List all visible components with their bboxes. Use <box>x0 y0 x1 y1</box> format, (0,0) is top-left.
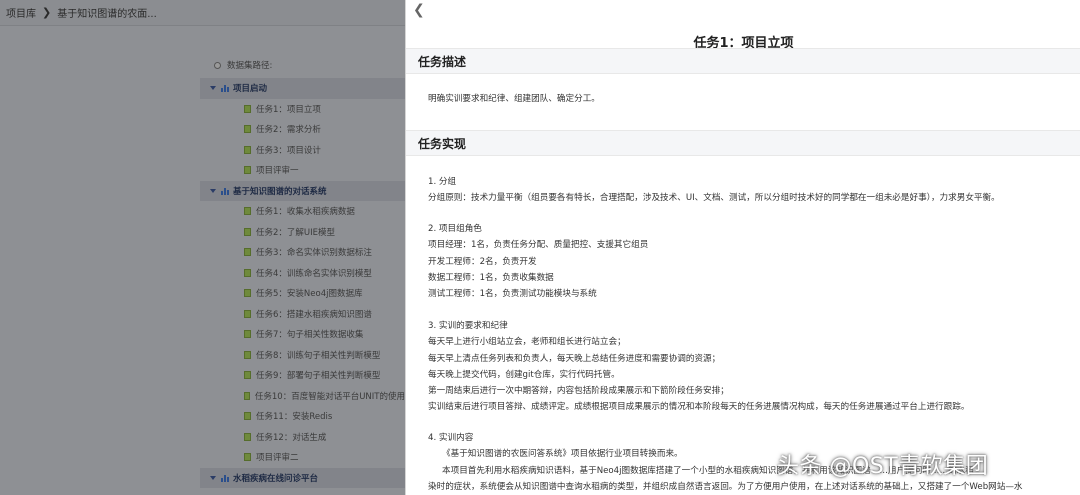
document-icon <box>244 145 251 154</box>
impl-line: 测试工程师：1名，负责测试功能模块与系统 <box>428 289 597 300</box>
tree-item-label: 任务3：项目设计 <box>256 145 321 156</box>
tree-item-label: 任务10：百度智能对话平台UNIT的使用 <box>254 391 405 402</box>
impl-line: 3. 实训的要求和纪律 <box>428 321 508 331</box>
tree-item-label: 任务3：命名实体识别数据标注 <box>256 248 372 259</box>
tree-item[interactable]: 任务11：安装Redis <box>200 406 405 427</box>
tree-item-label: 任务4：训练命名实体识别模型 <box>256 268 372 279</box>
tree-item-label: 任务9：部署句子相关性判断模型 <box>256 371 381 382</box>
impl-line: 项目经理：1名，负责任务分配、质量把控、支援其它组员 <box>428 240 649 251</box>
tree-item-label: 任务1：项目立项 <box>256 104 321 115</box>
tree-item-label: 任务2：需求分析 <box>256 125 321 136</box>
tree-item-label: 项目评审一 <box>256 166 299 177</box>
chevron-right-icon: ❯ <box>42 6 52 19</box>
tree-item[interactable]: 任务10：百度智能对话平台UNIT的使用 <box>200 386 405 407</box>
tree-item[interactable]: 任务2：了解UIE模型 <box>200 222 405 243</box>
document-icon <box>244 309 251 318</box>
document-icon <box>244 166 251 175</box>
impl-block-roles: 2. 项目组角色 项目经理：1名，负责任务分配、质量把控、支援其它组员 开发工程… <box>428 221 648 302</box>
bar-chart-icon <box>221 187 229 195</box>
bar-chart-icon <box>221 84 229 93</box>
tree-item[interactable]: 任务1：收集水稻疾病数据 <box>200 201 405 222</box>
tree-item[interactable]: 项目评审二 <box>200 447 405 468</box>
document-icon <box>244 371 251 380</box>
document-icon <box>244 207 251 216</box>
tree-item[interactable]: 任务2：需求分析 <box>200 119 405 140</box>
impl-line: 数据工程师：1名，负责收集数据 <box>428 272 554 283</box>
document-icon <box>244 248 251 257</box>
tree-item-label: 任务6：搭建水稻疾病知识图谱 <box>256 309 372 320</box>
impl-line: 每天早上进行小组站立会，老师和组长进行站立会； <box>428 337 626 348</box>
tree-item[interactable]: 任务9：部署句子相关性判断模型 <box>200 365 405 386</box>
caret-down-icon[interactable] <box>210 188 216 193</box>
document-icon <box>244 350 251 359</box>
caret-down-icon[interactable] <box>210 475 216 480</box>
project-tree: 数据集路径: 项目启动 任务1：项目立项 任务2：需求分析 任务3：项目设计 项… <box>200 52 405 488</box>
tree-item[interactable]: 任务3：命名实体识别数据标注 <box>200 242 405 263</box>
impl-line: 1. 分组 <box>428 177 457 187</box>
description-text: 明确实训要求和纪律、组建团队、确定分工。 <box>428 94 600 104</box>
breadcrumb: 项目库 ❯ 基于知识图谱的农面... <box>0 0 405 26</box>
tree-item[interactable]: 任务3：项目设计 <box>200 140 405 161</box>
impl-block-rules: 3. 实训的要求和纪律 每天早上进行小组站立会，老师和组长进行站立会； 每天早上… <box>428 318 969 416</box>
breadcrumb-root[interactable]: 项目库 <box>6 5 36 20</box>
section-heading-implementation: 任务实现 <box>406 130 1080 156</box>
breadcrumb-current: 基于知识图谱的农面... <box>57 9 157 20</box>
impl-line: 第一周结束后进行一次中期答辩，内容包括阶段成果展示和下箭阶段任务安排； <box>428 386 729 397</box>
tree-item[interactable]: 任务6：搭建水稻疾病知识图谱 <box>200 304 405 325</box>
tree-item[interactable]: 任务12：对话生成 <box>200 427 405 448</box>
back-chevron-icon[interactable]: ❮ <box>413 2 429 18</box>
bar-chart-icon <box>221 474 229 482</box>
tree-item-label: 任务1：收集水稻疾病数据 <box>256 207 355 218</box>
document-icon <box>244 125 251 134</box>
impl-line: 每天晚上提交代码，创建git仓库，实行代码托管。 <box>428 369 620 380</box>
tree-group-1[interactable]: 项目启动 <box>200 78 405 99</box>
tree-item[interactable]: 任务4：训练命名实体识别模型 <box>200 263 405 284</box>
impl-block-grouping: 1. 分组 分组原则：技术力量平衡（组员要各有特长，合理搭配，涉及技术、UI、文… <box>428 174 1000 207</box>
document-icon <box>244 268 251 277</box>
tree-item-label: 任务12：对话生成 <box>256 432 327 443</box>
impl-line: 染时的症状，系统便会从知识图谱中查询水稻病的类型，并组织成自然语言返回。为了方便… <box>428 481 1023 492</box>
task-detail-drawer: ❮ 任务1：项目立项 任务描述 明确实训要求和纪律、组建团队、确定分工。 任务实… <box>405 0 1080 495</box>
document-icon <box>244 289 251 298</box>
tree-item[interactable]: 任务7：句子相关性数据收集 <box>200 324 405 345</box>
tree-item-label: 任务5：安装Neo4j图数据库 <box>256 289 363 300</box>
impl-line: 分组原则：技术力量平衡（组员要各有特长，合理搭配，涉及技术、UI、文档、测试，所… <box>428 193 1000 204</box>
document-icon <box>244 104 251 113</box>
impl-line: 开发工程师：2名，负责开发 <box>428 256 537 267</box>
document-icon <box>244 391 250 400</box>
tree-item-label: 任务2：了解UIE模型 <box>256 227 336 238</box>
tree-group-3[interactable]: 水稻疾病在线问诊平台 <box>200 467 405 488</box>
tree-item[interactable]: 任务5：安装Neo4j图数据库 <box>200 283 405 304</box>
watermark: 头条 @OST青软集团 <box>777 454 989 479</box>
tree-group-label: 基于知识图谱的对话系统 <box>233 186 327 197</box>
document-icon <box>244 412 251 421</box>
tree-item-label: 任务11：安装Redis <box>256 412 333 423</box>
impl-line: 4. 实训内容 <box>428 433 474 443</box>
tree-root: 数据集路径: <box>200 52 405 78</box>
document-icon <box>244 227 251 236</box>
tree-group-label: 项目启动 <box>233 84 268 95</box>
impl-line: 实训结束后进行项目答辩、成绩评定。成绩根据项目成果展示的情况和本阶段每天的任务进… <box>428 402 970 413</box>
tree-root-label: 数据集路径: <box>227 61 273 71</box>
impl-line: 2. 项目组角色 <box>428 224 482 234</box>
document-icon <box>244 432 251 441</box>
document-icon <box>244 453 251 462</box>
tree-item[interactable]: 任务8：训练句子相关性判断模型 <box>200 345 405 366</box>
document-icon <box>244 330 251 339</box>
tree-item-label: 任务7：句子相关性数据收集 <box>256 330 364 341</box>
radio-dot-icon <box>214 61 221 69</box>
tree-group-label: 水稻疾病在线问诊平台 <box>233 473 319 484</box>
tree-item[interactable]: 项目评审一 <box>200 160 405 181</box>
caret-down-icon[interactable] <box>210 86 216 91</box>
tree-item[interactable]: 任务1：项目立项 <box>200 99 405 120</box>
tree-item-label: 任务8：训练句子相关性判断模型 <box>256 350 381 361</box>
impl-line: 每天早上清点任务列表和负责人，每天晚上总结任务进度和需要协调的资源； <box>428 353 721 364</box>
tree-item-label: 项目评审二 <box>256 453 299 464</box>
section-heading-description: 任务描述 <box>406 48 1080 74</box>
tree-group-2[interactable]: 基于知识图谱的对话系统 <box>200 180 405 201</box>
